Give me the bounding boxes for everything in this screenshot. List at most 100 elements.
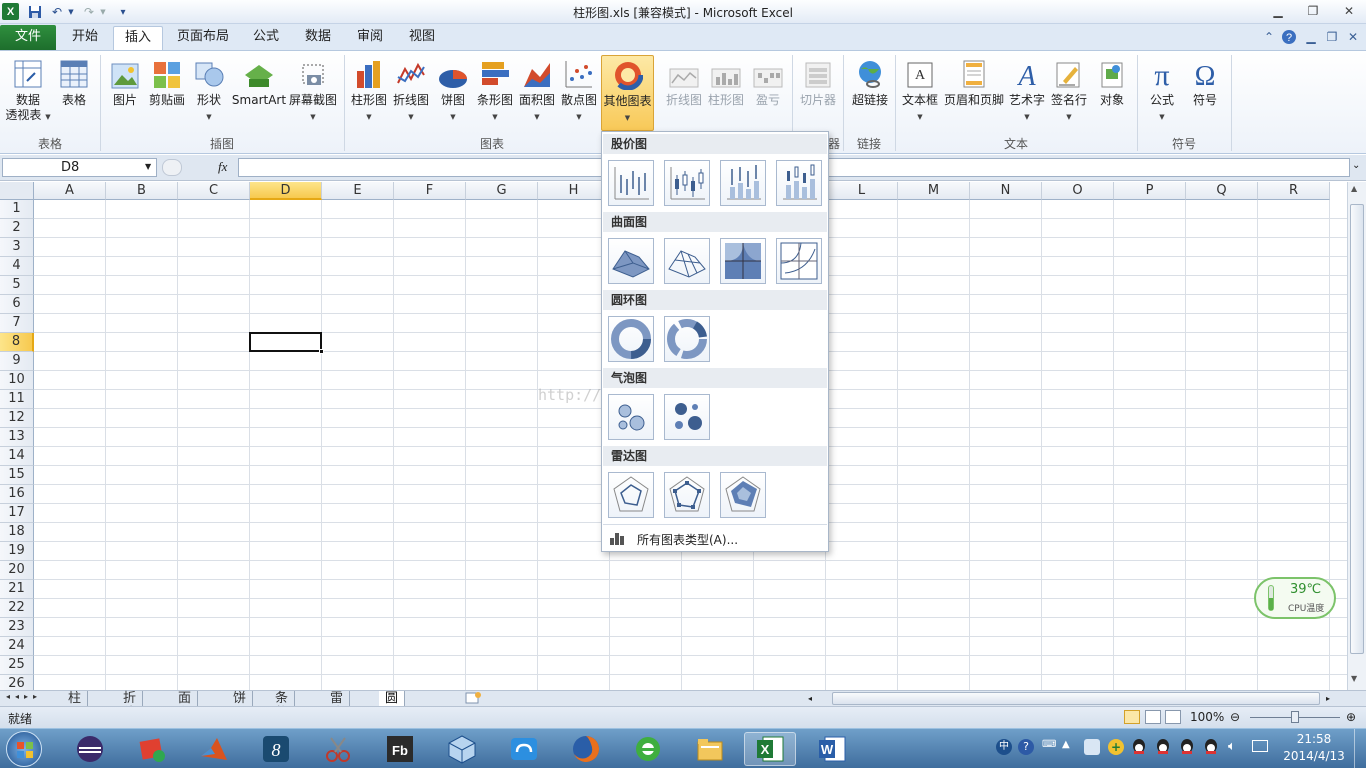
cloud-sync-icon[interactable] [498, 732, 550, 766]
sheet-tab[interactable]: 雷达图 [324, 691, 351, 736]
row-header[interactable]: 26 [0, 675, 34, 690]
row-header[interactable]: 15 [0, 466, 34, 485]
bubble-icon[interactable] [608, 394, 654, 440]
tab-formulas[interactable]: 公式 [242, 26, 290, 50]
surface-contour-icon[interactable] [720, 238, 766, 284]
restore-button[interactable]: ❐ [1300, 2, 1326, 20]
sketch-app-icon[interactable] [126, 732, 178, 766]
row-header[interactable]: 17 [0, 504, 34, 523]
select-all-corner[interactable] [0, 182, 34, 200]
area-chart-button[interactable]: 面积图 ▼ [517, 55, 557, 123]
tab-view[interactable]: 视图 [398, 26, 446, 50]
surface-wireframe-icon[interactable] [664, 238, 710, 284]
close-button[interactable]: ✕ [1336, 2, 1362, 20]
column-header[interactable]: P [1114, 182, 1186, 200]
column-header[interactable]: Q [1186, 182, 1258, 200]
help-icon[interactable]: ? [1280, 28, 1298, 46]
sparkline-column-button[interactable]: 柱形图 [706, 55, 746, 108]
formula-bar-divider[interactable] [162, 159, 182, 176]
clipart-button[interactable]: 剪贴画 [146, 55, 188, 108]
name-box[interactable]: D8 [2, 158, 157, 177]
stock-hlc-icon[interactable] [608, 160, 654, 206]
qq-icon-3[interactable] [1178, 738, 1196, 756]
bubble-3d-icon[interactable] [664, 394, 710, 440]
foxit-icon[interactable]: 8 [250, 732, 302, 766]
column-header[interactable]: O [1042, 182, 1114, 200]
network-icon[interactable] [1252, 740, 1268, 752]
start-button[interactable] [6, 731, 42, 767]
pie-chart-button[interactable]: 饼图 ▼ [435, 55, 471, 123]
hyperlink-button[interactable]: 超链接 [848, 55, 892, 108]
line-chart-button[interactable]: 折线图 ▼ [391, 55, 431, 123]
tab-file[interactable]: 文件 [0, 25, 56, 50]
stock-ohlc-icon[interactable] [664, 160, 710, 206]
zoom-in-icon[interactable]: ⊕ [1346, 710, 1356, 724]
row-header[interactable]: 22 [0, 599, 34, 618]
row-header[interactable]: 16 [0, 485, 34, 504]
row-header[interactable]: 23 [0, 618, 34, 637]
firefox-icon[interactable] [560, 732, 612, 766]
sheet-tab[interactable]: 面积图 [172, 691, 199, 736]
hscroll-right-icon[interactable]: ▸ [1326, 691, 1340, 707]
excel-taskbar-icon[interactable]: X [744, 732, 796, 766]
row-header[interactable]: 9 [0, 352, 34, 371]
vertical-scroll-thumb[interactable] [1350, 204, 1364, 654]
row-header[interactable]: 19 [0, 542, 34, 561]
stock-vohlc-icon[interactable] [776, 160, 822, 206]
filled-radar-icon[interactable] [720, 472, 766, 518]
column-chart-button[interactable]: 柱形图 ▼ [349, 55, 389, 123]
row-header[interactable]: 21 [0, 580, 34, 599]
clock-date[interactable]: 2014/4/13 [1280, 749, 1348, 763]
object-button[interactable]: 对象 [1092, 55, 1132, 108]
wordart-button[interactable]: A 艺术字 ▼ [1007, 55, 1047, 123]
tray-network-app-icon[interactable] [1084, 739, 1100, 755]
row-header[interactable]: 12 [0, 409, 34, 428]
sheet-tab[interactable]: 条状图 [269, 691, 296, 736]
signature-line-button[interactable]: 签名行 ▼ [1049, 55, 1089, 123]
doughnut-icon[interactable] [608, 316, 654, 362]
pivot-table-button[interactable]: 数据 透视表 ▼ [5, 55, 51, 123]
insert-sheet-icon[interactable] [464, 691, 486, 707]
word-taskbar-icon[interactable]: W [806, 732, 858, 766]
tray-plus-icon[interactable]: + [1108, 739, 1124, 755]
column-header[interactable]: C [178, 182, 250, 200]
stock-vhlc-icon[interactable] [720, 160, 766, 206]
row-header[interactable]: 1 [0, 200, 34, 219]
row-header[interactable]: 6 [0, 295, 34, 314]
table-button[interactable]: 表格 [54, 55, 94, 108]
explorer-icon[interactable] [684, 732, 736, 766]
normal-view-icon[interactable] [1124, 710, 1140, 724]
tab-review[interactable]: 审阅 [346, 26, 394, 50]
matlab-icon[interactable] [188, 732, 240, 766]
flash-builder-icon[interactable]: Fb [374, 732, 426, 766]
header-footer-button[interactable]: 页眉和页脚 [943, 55, 1005, 108]
textbox-button[interactable]: A 文本框 ▼ [900, 55, 940, 123]
help-tray-icon[interactable]: ? [1018, 739, 1034, 755]
collapse-ribbon-icon[interactable]: ⌃ [1260, 28, 1278, 46]
virtualbox-icon[interactable] [436, 732, 488, 766]
row-header[interactable]: 20 [0, 561, 34, 580]
selected-cell[interactable] [249, 332, 322, 352]
fill-handle[interactable] [319, 349, 324, 354]
expand-formula-icon[interactable]: ⌄ [1352, 160, 1360, 171]
symbol-button[interactable]: Ω 符号 [1186, 55, 1224, 108]
column-header[interactable]: N [970, 182, 1042, 200]
zoom-level[interactable]: 100% [1190, 710, 1224, 724]
clock-time[interactable]: 21:58 [1280, 732, 1348, 746]
scroll-down-icon[interactable]: ▼ [1351, 674, 1357, 683]
column-header[interactable]: H [538, 182, 610, 200]
row-header[interactable]: 5 [0, 276, 34, 295]
qq-icon-4[interactable] [1202, 738, 1220, 756]
ime-icon[interactable]: 中 [996, 739, 1012, 755]
column-header[interactable]: E [322, 182, 394, 200]
shapes-button[interactable]: 形状 ▼ [190, 55, 228, 123]
cpu-temp-widget[interactable]: 39℃ CPU温度 [1254, 577, 1336, 619]
tab-page-layout[interactable]: 页面布局 [166, 26, 240, 50]
column-header[interactable]: G [466, 182, 538, 200]
sparkline-winloss-button[interactable]: 盈亏 [750, 55, 786, 108]
page-layout-view-icon[interactable] [1145, 710, 1161, 724]
column-header[interactable]: A [34, 182, 106, 200]
equation-button[interactable]: π 公式 ▼ [1143, 55, 1181, 123]
row-header[interactable]: 7 [0, 314, 34, 333]
row-header[interactable]: 8 [0, 333, 34, 352]
